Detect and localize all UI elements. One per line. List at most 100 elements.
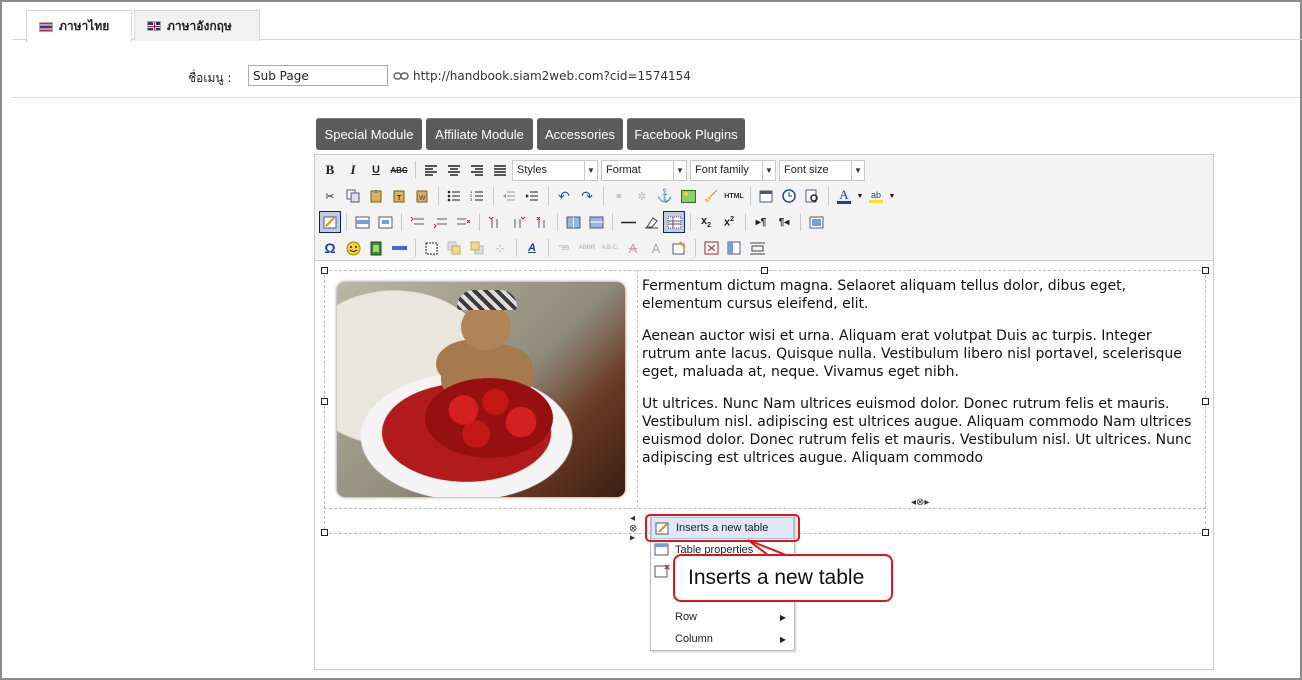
toolbar-separator xyxy=(415,239,416,257)
move-forward-icon[interactable] xyxy=(443,237,465,259)
indent-icon[interactable] xyxy=(521,185,543,207)
page-url[interactable]: http://handbook.siam2web.com?cid=1574154 xyxy=(413,69,691,83)
text-color-icon[interactable]: A xyxy=(833,185,855,207)
resize-handle[interactable] xyxy=(321,529,328,536)
merge-cells-icon[interactable] xyxy=(585,211,607,233)
rtl-icon[interactable]: ¶◂ xyxy=(773,211,795,233)
insert-layer-icon[interactable] xyxy=(420,237,442,259)
horizontal-rule-icon[interactable] xyxy=(617,211,639,233)
deletion-icon[interactable]: A xyxy=(622,237,644,259)
resize-handle[interactable] xyxy=(321,398,328,405)
italic-icon[interactable]: I xyxy=(342,159,364,181)
format-dropdown[interactable]: Format ▼ xyxy=(601,159,687,181)
facebook-plugins-button[interactable]: Facebook Plugins xyxy=(627,118,745,150)
copy-icon[interactable] xyxy=(342,185,364,207)
font-size-dropdown[interactable]: Font size ▼ xyxy=(779,159,865,181)
insert-column-before-icon[interactable] xyxy=(484,211,506,233)
teddy-bear-roses-image[interactable] xyxy=(337,282,625,497)
column-resize-icon[interactable]: ◂⊗▸ xyxy=(911,497,929,508)
special-module-button[interactable]: Special Module xyxy=(316,118,422,150)
link-icon[interactable]: ⚭ xyxy=(608,185,630,207)
row-resize-icon[interactable]: ◂⊗▸ xyxy=(627,513,638,543)
delete-column-icon[interactable] xyxy=(530,211,552,233)
resize-handle[interactable] xyxy=(321,267,328,274)
unlink-icon[interactable]: ✲ xyxy=(631,185,653,207)
cut-icon[interactable]: ✂ xyxy=(319,185,341,207)
anchor-icon[interactable]: ⚓ xyxy=(654,185,676,207)
move-backward-icon[interactable] xyxy=(466,237,488,259)
row-properties-icon[interactable] xyxy=(351,211,373,233)
resize-handle[interactable] xyxy=(1202,267,1209,274)
cite-icon[interactable]: “99 xyxy=(553,237,575,259)
background-color-icon[interactable]: ab xyxy=(865,185,887,207)
remove-format-icon[interactable] xyxy=(640,211,662,233)
media-icon[interactable] xyxy=(365,237,387,259)
resize-handle[interactable] xyxy=(1202,529,1209,536)
outdent-icon[interactable] xyxy=(498,185,520,207)
strikethrough-icon[interactable]: ABC xyxy=(388,159,410,181)
template-icon[interactable] xyxy=(700,237,722,259)
resize-handle[interactable] xyxy=(761,267,768,274)
tab-english[interactable]: ภาษาอังกฤษ xyxy=(134,10,260,41)
editor-toolbar: B I U ABC Styles ▼ Format ▼ Font family ▼ F… xyxy=(315,155,1213,261)
chevron-down-icon[interactable]: ▼ xyxy=(888,185,896,207)
insert-row-after-icon[interactable] xyxy=(429,211,451,233)
align-justify-icon[interactable] xyxy=(489,159,511,181)
table-icon[interactable] xyxy=(319,211,341,233)
visual-aid-icon[interactable] xyxy=(663,211,685,233)
font-family-dropdown[interactable]: Font family ▼ xyxy=(690,159,776,181)
absolute-position-icon[interactable]: ⊹ xyxy=(489,237,511,259)
redo-icon[interactable]: ↷ xyxy=(576,185,598,207)
bold-icon[interactable]: B xyxy=(319,159,341,181)
chevron-down-icon: ▼ xyxy=(851,160,864,180)
layer-icon[interactable] xyxy=(723,237,745,259)
fullscreen-icon[interactable] xyxy=(805,211,827,233)
insertion-icon[interactable]: A xyxy=(645,237,667,259)
acronym-icon[interactable]: A.B.C. xyxy=(599,237,621,259)
superscript-icon[interactable]: x2 xyxy=(718,211,740,233)
bullet-list-icon[interactable] xyxy=(443,185,465,207)
align-left-icon[interactable] xyxy=(420,159,442,181)
preview-icon[interactable] xyxy=(801,185,823,207)
paste-text-icon[interactable]: T xyxy=(388,185,410,207)
insert-date-icon[interactable] xyxy=(755,185,777,207)
content-text[interactable]: Fermentum dictum magna. Selaoret aliquam… xyxy=(642,277,1202,481)
split-cells-icon[interactable] xyxy=(562,211,584,233)
align-right-icon[interactable] xyxy=(466,159,488,181)
non-breaking-icon[interactable] xyxy=(746,237,768,259)
tab-thai[interactable]: ภาษาไทย xyxy=(26,10,132,42)
emoticon-icon[interactable] xyxy=(342,237,364,259)
menu-name-input[interactable] xyxy=(248,65,388,86)
image-icon[interactable] xyxy=(677,185,699,207)
special-char-icon[interactable]: Ω xyxy=(319,237,341,259)
insert-row-before-icon[interactable] xyxy=(406,211,428,233)
abbr-icon[interactable]: ABBR xyxy=(576,237,598,259)
accessories-button[interactable]: Accessories xyxy=(537,118,623,150)
paste-word-icon[interactable]: W xyxy=(411,185,433,207)
cleanup-icon[interactable]: 🧹 xyxy=(700,185,722,207)
ltr-icon[interactable]: ▸¶ xyxy=(750,211,772,233)
insert-column-after-icon[interactable] xyxy=(507,211,529,233)
undo-icon[interactable]: ↶ xyxy=(553,185,575,207)
attributes-icon[interactable] xyxy=(668,237,690,259)
resize-handle[interactable] xyxy=(1202,398,1209,405)
menu-item-row[interactable]: Row ▶ xyxy=(651,606,794,628)
paste-icon[interactable] xyxy=(365,185,387,207)
toolbar-separator xyxy=(548,187,549,205)
style-props-icon[interactable]: A xyxy=(521,237,543,259)
chevron-down-icon[interactable]: ▼ xyxy=(856,185,864,207)
subscript-icon[interactable]: x2 xyxy=(695,211,717,233)
styles-dropdown[interactable]: Styles ▼ xyxy=(512,159,598,181)
table-cell-border xyxy=(637,270,638,508)
link-icon xyxy=(393,72,409,80)
numbered-list-icon[interactable]: 123 xyxy=(466,185,488,207)
delete-row-icon[interactable] xyxy=(452,211,474,233)
affiliate-module-button[interactable]: Affiliate Module xyxy=(426,118,533,150)
menu-item-column[interactable]: Column ▶ xyxy=(651,628,794,650)
underline-icon[interactable]: U xyxy=(365,159,387,181)
page-break-icon[interactable] xyxy=(388,237,410,259)
insert-time-icon[interactable] xyxy=(778,185,800,207)
html-source-icon[interactable]: HTML xyxy=(723,185,745,207)
align-center-icon[interactable] xyxy=(443,159,465,181)
cell-properties-icon[interactable] xyxy=(374,211,396,233)
